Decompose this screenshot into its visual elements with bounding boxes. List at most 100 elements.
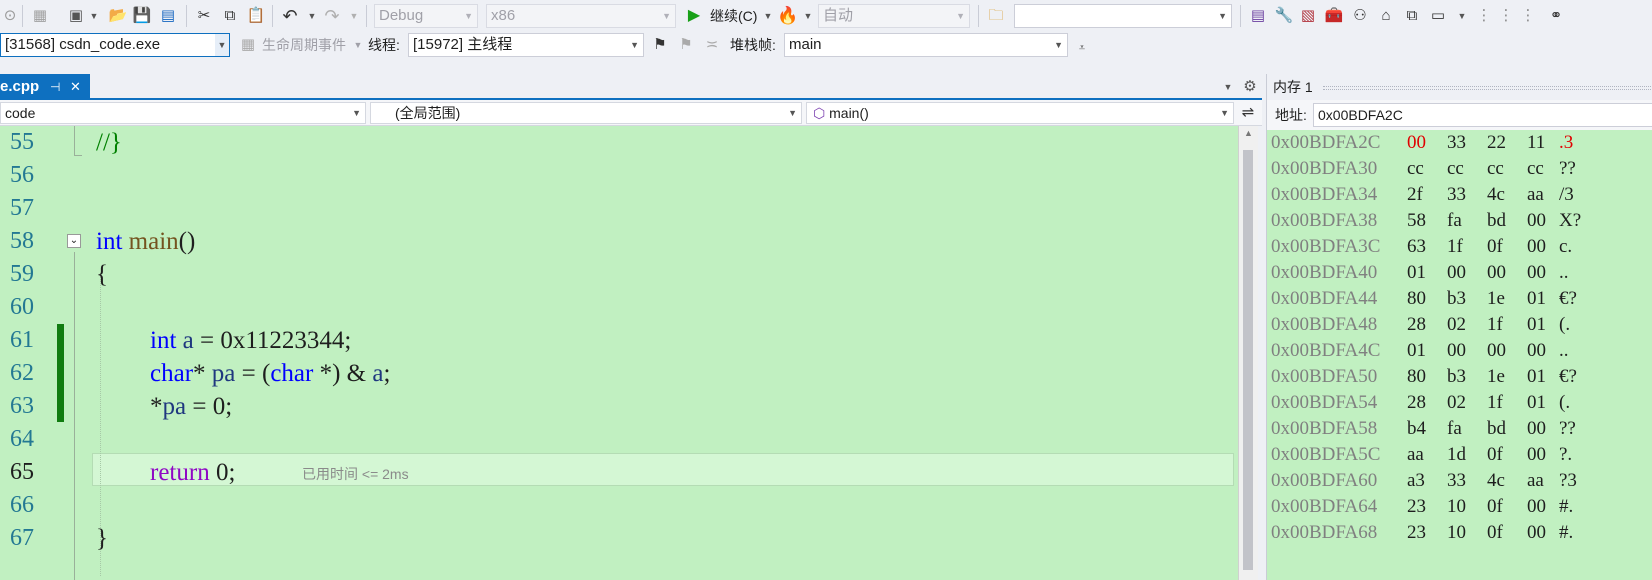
flag-thread-icon[interactable]: ⚑	[650, 35, 670, 55]
memory-row[interactable]: 0x00BDFA60 a3 33 4c aa ?3	[1267, 468, 1652, 494]
open-folder-icon[interactable]: 📂	[108, 6, 128, 26]
save-icon[interactable]: 💾	[132, 6, 152, 26]
memory-byte[interactable]: 01	[1407, 338, 1426, 364]
navigate-forward-icon[interactable]: ⊙	[0, 6, 20, 26]
memory-byte[interactable]: b3	[1447, 364, 1466, 390]
memory-row[interactable]: 0x00BDFA40 01 00 00 00..	[1267, 260, 1652, 286]
memory-byte[interactable]: 23	[1407, 520, 1426, 546]
chevron-down-icon[interactable]: ▼	[758, 6, 778, 26]
lifecycle-events-icon[interactable]: ▦	[238, 35, 258, 55]
memory-row[interactable]: 0x00BDFA44 80 b3 1e 01 €?	[1267, 286, 1652, 312]
project-dropdown[interactable]: code ▼	[0, 102, 366, 124]
memory-byte[interactable]: 00	[1527, 520, 1546, 546]
member-dropdown[interactable]: ⬡ main() ▼	[806, 102, 1234, 124]
memory-byte[interactable]: 0f	[1487, 442, 1503, 468]
chevron-down-icon[interactable]: ▼	[798, 6, 818, 26]
memory-byte[interactable]: cc	[1447, 156, 1464, 182]
close-icon[interactable]: ✕	[70, 74, 81, 100]
toolbar-gripper-icon[interactable]: ⋮	[1474, 6, 1494, 26]
cut-icon[interactable]: ✂	[194, 6, 214, 26]
memory-byte[interactable]: 02	[1447, 312, 1466, 338]
chevron-down-icon[interactable]: ▼	[302, 6, 322, 26]
memory-byte[interactable]: 1e	[1487, 364, 1505, 390]
thread-dropdown[interactable]: [15972] 主线程 ▼	[408, 33, 644, 57]
hot-reload-icon[interactable]: 🔥	[777, 6, 798, 26]
memory-row[interactable]: 0x00BDFA50 80 b3 1e 01 €?	[1267, 364, 1652, 390]
memory-byte[interactable]: aa	[1527, 182, 1544, 208]
search-combo[interactable]: ▼	[1014, 4, 1232, 28]
memory-byte[interactable]: 22	[1487, 130, 1506, 156]
terminal-icon[interactable]: ▭	[1428, 6, 1448, 26]
editor-vertical-scrollbar[interactable]: ▲	[1238, 126, 1258, 580]
pin-icon[interactable]: ⊣	[50, 74, 60, 100]
memory-byte[interactable]: b4	[1407, 416, 1426, 442]
memory-byte[interactable]: 4c	[1487, 182, 1505, 208]
window-layout-icon[interactable]: ⧉	[1402, 6, 1422, 26]
memory-byte[interactable]: bd	[1487, 416, 1506, 442]
chevron-down-icon[interactable]: ▼	[1218, 77, 1238, 97]
auto-dropdown[interactable]: 自动 ▼	[818, 4, 970, 28]
memory-row[interactable]: 0x00BDFA38 58 fa bd 00 X?	[1267, 208, 1652, 234]
memory-row[interactable]: 0x00BDFA54 28 02 1f 01 (.	[1267, 390, 1652, 416]
toolbox-icon[interactable]: 🧰	[1324, 6, 1344, 26]
memory-row[interactable]: 0x00BDFA30 cc cc cc cc??	[1267, 156, 1652, 182]
address-input[interactable]: 0x00BDFA2C	[1313, 103, 1652, 127]
memory-byte[interactable]: 01	[1527, 312, 1546, 338]
memory-row[interactable]: 0x00BDFA34 2f 33 4c aa/3	[1267, 182, 1652, 208]
add-item-icon[interactable]: ▣	[66, 6, 86, 26]
memory-byte[interactable]: 1d	[1447, 442, 1466, 468]
continue-button[interactable]: 继续(C)	[710, 6, 757, 26]
play-icon[interactable]: ▶	[684, 6, 704, 26]
memory-byte[interactable]: aa	[1407, 442, 1424, 468]
platform-dropdown[interactable]: x86 ▼	[486, 4, 676, 28]
chevron-down-icon[interactable]: ▼	[1452, 6, 1472, 26]
show-threads-icon[interactable]: ≍	[702, 35, 722, 55]
memory-byte[interactable]: 00	[1487, 338, 1506, 364]
memory-byte[interactable]: 1f	[1447, 234, 1463, 260]
memory-byte[interactable]: 01	[1407, 260, 1426, 286]
memory-byte[interactable]: 28	[1407, 390, 1426, 416]
process-dropdown[interactable]: [31568] csdn_code.exe ▼	[0, 33, 230, 57]
toolbar-gripper-icon[interactable]: ⋮	[1496, 6, 1516, 26]
memory-byte[interactable]: 00	[1527, 208, 1546, 234]
memory-byte[interactable]: 00	[1407, 130, 1426, 156]
live-share-icon[interactable]: ⚭	[1546, 6, 1566, 26]
memory-byte[interactable]: 1f	[1487, 312, 1503, 338]
memory-byte[interactable]: 00	[1447, 338, 1466, 364]
team-explorer-icon[interactable]: ⚇	[1350, 6, 1370, 26]
memory-byte[interactable]: 4c	[1487, 468, 1505, 494]
memory-byte[interactable]: 10	[1447, 520, 1466, 546]
memory-byte[interactable]: 01	[1527, 364, 1546, 390]
paste-icon[interactable]: 📋	[246, 6, 266, 26]
memory-byte[interactable]: 0f	[1487, 520, 1503, 546]
memory-row[interactable]: 0x00BDFA3C 63 1f 0f 00 c.	[1267, 234, 1652, 260]
memory-byte[interactable]: 58	[1407, 208, 1426, 234]
code-editor[interactable]: ⌄ 55 //} 56 57 58 int main() 59 { 60 61 …	[0, 126, 1238, 580]
memory-byte[interactable]: 02	[1447, 390, 1466, 416]
memory-byte[interactable]: 11	[1527, 130, 1545, 156]
memory-byte[interactable]: b3	[1447, 286, 1466, 312]
save-all-icon[interactable]: ▤	[158, 6, 178, 26]
memory-row[interactable]: 0x00BDFA5C aa 1d 0f 00?.	[1267, 442, 1652, 468]
memory-byte[interactable]: 00	[1447, 260, 1466, 286]
memory-byte[interactable]: 1e	[1487, 286, 1505, 312]
memory-byte[interactable]: 00	[1527, 338, 1546, 364]
memory-byte[interactable]: 1f	[1487, 390, 1503, 416]
new-project-icon[interactable]: ▦	[30, 6, 50, 26]
memory-byte[interactable]: 28	[1407, 312, 1426, 338]
wrench-icon[interactable]: 🔧	[1274, 6, 1294, 26]
memory-byte[interactable]: 00	[1527, 416, 1546, 442]
stack-frame-dropdown[interactable]: main ▼	[784, 33, 1068, 57]
scrollbar-thumb[interactable]	[1243, 150, 1253, 570]
memory-byte[interactable]: 33	[1447, 130, 1466, 156]
memory-byte[interactable]: fa	[1447, 416, 1462, 442]
copy-icon[interactable]: ⧉	[220, 6, 240, 26]
memory-byte[interactable]: 0f	[1487, 494, 1503, 520]
toolbar-gripper-icon[interactable]: ⋮	[1518, 6, 1538, 26]
memory-byte[interactable]: cc	[1407, 156, 1424, 182]
memory-window-title-bar[interactable]: 内存 1	[1267, 74, 1652, 100]
chevron-down-icon[interactable]: ▼	[84, 6, 104, 26]
toolbar-overflow-icon[interactable]: ⩡	[1072, 38, 1092, 58]
memory-byte[interactable]: 33	[1447, 182, 1466, 208]
memory-grid[interactable]: 0x00BDFA2C 00 33 22 11.3 0x00BDFA30 cc cc cc cc??…	[1267, 130, 1652, 580]
